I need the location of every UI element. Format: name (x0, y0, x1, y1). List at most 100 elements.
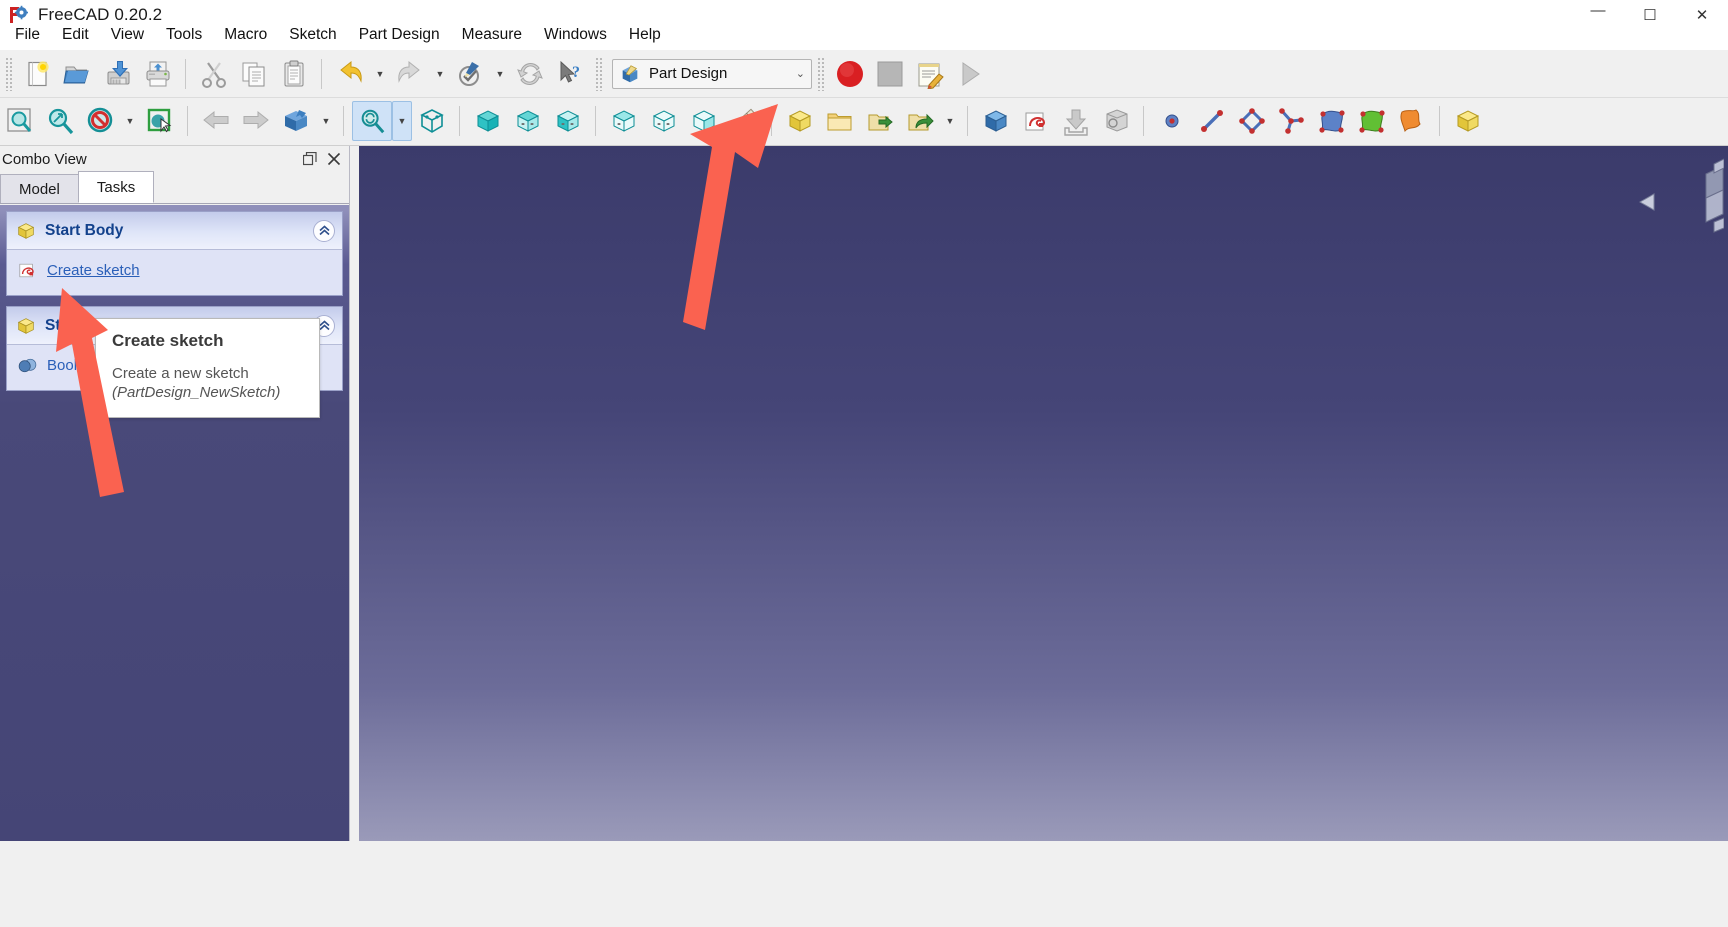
menu-item-measure[interactable]: Measure (451, 28, 533, 46)
make-link-button[interactable] (900, 101, 940, 141)
create-point-button[interactable] (1152, 101, 1192, 141)
minimize-button[interactable]: — (1572, 0, 1624, 30)
front-view-button[interactable] (468, 101, 508, 141)
menu-item-sketch[interactable]: Sketch (278, 28, 347, 46)
attach-down-icon (1064, 109, 1088, 136)
create-sketch-link[interactable]: Create sketch (47, 262, 140, 279)
selection-view-button[interactable] (140, 101, 180, 141)
create-box-primitive-button[interactable] (1448, 101, 1488, 141)
print-button[interactable] (138, 54, 178, 94)
tab-model[interactable]: Model (0, 174, 79, 203)
freecad-window: FreeCAD 0.20.2 — ☐ ✕ File Edit View Tools Ma… (0, 0, 1728, 927)
macro-edit-button[interactable] (910, 54, 950, 94)
menu-item-macro[interactable]: Macro (213, 28, 278, 46)
printer-icon (146, 61, 170, 86)
validate-sketch-button[interactable] (1096, 101, 1136, 141)
undo-button[interactable] (330, 54, 370, 94)
menu-item-edit[interactable]: Edit (51, 28, 100, 46)
sync-view-button[interactable] (352, 101, 392, 141)
close-button[interactable]: ✕ (1676, 0, 1728, 30)
copy-button[interactable] (234, 54, 274, 94)
yellow-body-icon (15, 315, 37, 337)
create-sketch-row[interactable]: Create sketch (17, 260, 334, 281)
toolbar-grip[interactable] (595, 56, 603, 91)
chevron-down-icon: ▼ (321, 116, 331, 126)
left-view-button[interactable] (684, 101, 724, 141)
right-view-button[interactable] (548, 101, 588, 141)
part-box-button[interactable] (976, 101, 1016, 141)
open-document-button[interactable] (58, 54, 98, 94)
toolbar-row-2: ▼ ▼ ▼ ▼ (0, 97, 1728, 144)
create-shape-button[interactable] (1392, 101, 1432, 141)
whats-this-button[interactable]: ? (550, 54, 590, 94)
menu-item-help[interactable]: Help (618, 28, 672, 46)
toolbar-grip[interactable] (5, 56, 13, 91)
refresh-button[interactable] (510, 54, 550, 94)
boolean-link[interactable]: Boolean (47, 357, 102, 374)
tooltip-command: (PartDesign_NewSketch) (112, 383, 281, 401)
top-view-button[interactable] (508, 101, 548, 141)
workbench-selector[interactable]: Part Design ⌄ (612, 58, 812, 89)
scissors-icon (202, 61, 226, 88)
3d-viewport[interactable] (359, 146, 1728, 841)
create-sketch-tooltip: Create sketch Create a new sketch (PartD… (95, 318, 320, 418)
redo-button[interactable] (390, 54, 430, 94)
undock-icon[interactable] (303, 152, 317, 166)
save-document-button[interactable] (98, 54, 138, 94)
navigation-cube[interactable] (1628, 156, 1724, 266)
undo-dropdown[interactable]: ▼ (370, 54, 390, 94)
create-polyline-button[interactable] (1272, 101, 1312, 141)
draw-style-dropdown[interactable]: ▼ (120, 101, 140, 141)
task-panel-area: Start Body Create sketch Start Part Bool… (0, 205, 349, 841)
rear-view-button[interactable] (604, 101, 644, 141)
measure-button[interactable] (724, 101, 764, 141)
refine-dropdown[interactable]: ▼ (490, 54, 510, 94)
polyline-icon (1279, 108, 1304, 134)
macro-stop-button[interactable] (870, 54, 910, 94)
refine-shape-button[interactable] (450, 54, 490, 94)
next-view-button[interactable] (236, 101, 276, 141)
menu-item-part-design[interactable]: Part Design (348, 28, 451, 46)
attach-sketch-button[interactable] (1056, 101, 1096, 141)
isometric-view-button[interactable] (276, 101, 316, 141)
create-part-button[interactable] (860, 101, 900, 141)
create-body-button[interactable] (780, 101, 820, 141)
clipboard-paste-icon (284, 60, 304, 86)
fit-selection-button[interactable] (40, 101, 80, 141)
new-document-button[interactable] (18, 54, 58, 94)
previous-view-button[interactable] (196, 101, 236, 141)
create-bspline-surface-button[interactable] (1312, 101, 1352, 141)
axonometric-button[interactable] (412, 101, 452, 141)
menu-item-tools[interactable]: Tools (155, 28, 213, 46)
link-dropdown[interactable]: ▼ (940, 101, 960, 141)
isometric-dropdown[interactable]: ▼ (316, 101, 336, 141)
create-polygon-button[interactable] (1232, 101, 1272, 141)
toolbar-grip[interactable] (817, 56, 825, 91)
start-body-collapse-button[interactable] (313, 219, 335, 242)
toolbar-separator (343, 106, 345, 136)
macro-record-button[interactable] (830, 54, 870, 94)
menu-item-file[interactable]: File (4, 28, 51, 46)
validate-sketch-icon (1106, 109, 1128, 132)
maximize-button[interactable]: ☐ (1624, 0, 1676, 30)
start-body-header[interactable]: Start Body (7, 212, 342, 250)
sync-view-dropdown[interactable]: ▼ (392, 101, 412, 141)
cut-button[interactable] (194, 54, 234, 94)
redo-dropdown[interactable]: ▼ (430, 54, 450, 94)
macro-execute-button[interactable] (950, 54, 990, 94)
create-line-button[interactable] (1192, 101, 1232, 141)
menu-item-windows[interactable]: Windows (533, 28, 618, 46)
create-sketch-button[interactable] (1016, 101, 1056, 141)
paste-button[interactable] (274, 54, 314, 94)
create-face-button[interactable] (1352, 101, 1392, 141)
create-group-button[interactable] (820, 101, 860, 141)
tab-tasks[interactable]: Tasks (77, 171, 155, 203)
fit-all-button[interactable] (0, 101, 40, 141)
menu-item-view[interactable]: View (100, 28, 155, 46)
workbench-label: Part Design (649, 65, 728, 82)
bottom-view-button[interactable] (644, 101, 684, 141)
combo-view-title: Combo View (2, 150, 87, 168)
front-view-cube-icon (476, 110, 500, 132)
close-icon[interactable] (327, 152, 341, 166)
draw-style-button[interactable] (80, 101, 120, 141)
